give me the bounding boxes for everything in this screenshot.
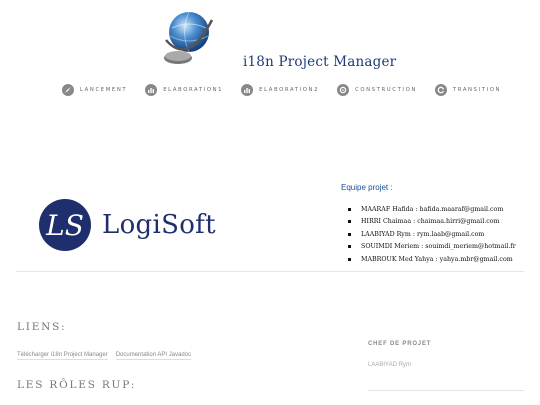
nav-label: ELABORATION2 [259,87,320,93]
gear-icon [337,84,350,96]
svg-text:LS: LS [45,209,84,242]
rocket-icon [62,84,74,96]
bar-chart-icon [241,84,254,96]
team-title: Equipe projet : [341,183,393,192]
liens-title: LIENS: [17,321,67,333]
divider [16,271,524,272]
refresh-icon [434,84,447,96]
nav-item-transition[interactable]: TRANSITION [434,84,502,96]
chef-name: LAABIYAD Rym [368,362,411,368]
site-title: i18n Project Manager [243,54,397,70]
nav-item-elaboration1[interactable]: ELABORATION1 [145,84,223,96]
nav-label: ELABORATION1 [163,87,224,93]
team-member: MABROUK Med Yahya : yahya.mbr@gmail.com [348,253,516,266]
download-link[interactable]: Télécharger i18n Project Manager [17,352,108,360]
nav-label: CONSTRUCTION [355,87,417,93]
team-list: MAARAF Hafida : hafida.maaraf@gmail.com … [348,203,516,266]
team-member: SOUIMDI Meriem : souimdi_meriem@hotmail.… [348,241,516,254]
roles-title: LES RÔLES RUP: [17,379,137,391]
javadoc-link[interactable]: Documentation API Javadoc [115,352,192,360]
team-member: LAABIYAD Rym : rym.laab@gmail.com [348,228,516,241]
team-member: MAARAF Hafida : hafida.maaraf@gmail.com [348,203,516,216]
main-nav: LANCEMENT ELABORATION1 ELABORATION2 CONS… [62,82,519,98]
nav-label: TRANSITION [452,87,502,93]
app-logo [158,6,216,66]
sidebar-divider [368,390,524,391]
nav-label: LANCEMENT [80,87,128,93]
bar-chart-icon [145,84,158,96]
nav-item-elaboration2[interactable]: ELABORATION2 [241,84,319,96]
logisoft-logo: LS LogiSoft [38,198,238,252]
nav-item-construction[interactable]: CONSTRUCTION [337,84,417,96]
ls-emblem-icon: LS [39,199,91,251]
nav-item-lancement[interactable]: LANCEMENT [62,84,127,96]
chef-title: CHEF DE PROJET [368,341,432,347]
links-list: Télécharger i18n Project Manager Documen… [17,352,199,360]
logisoft-name: LogiSoft [102,210,216,240]
team-member: HIRRI Chaimaa : chaimaa.hirri@gmail.com [348,216,516,229]
